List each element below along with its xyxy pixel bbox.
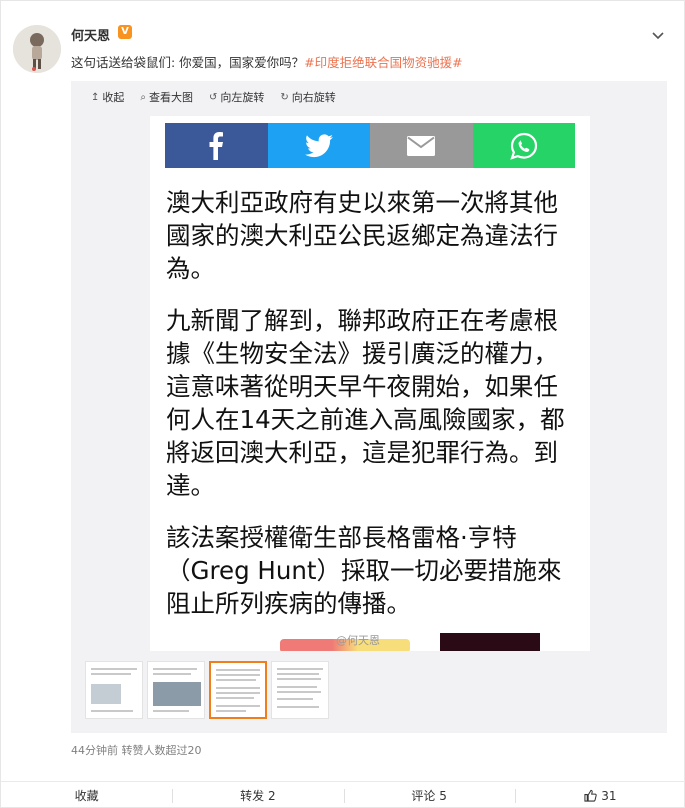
email-icon xyxy=(407,135,436,156)
media-toolbar: ↥ 收起 ⌕ 查看大图 ↺ 向左旋转 ↻ 向右旋转 xyxy=(91,89,336,105)
media-viewer: ↥ 收起 ⌕ 查看大图 ↺ 向左旋转 ↻ 向右旋转 澳大利亞政府有史以來第一次將… xyxy=(71,81,667,733)
rotate-left-label: 向左旋转 xyxy=(220,91,265,104)
post-text: 这句话送给袋鼠们: 你爱国，国家爱你吗？#印度拒绝联合国物资驰援# xyxy=(71,52,463,71)
twitter-icon xyxy=(304,133,333,157)
repost-label: 转发 2 xyxy=(240,789,276,803)
rotate-right-button[interactable]: ↻ 向右旋转 xyxy=(280,89,335,105)
article-paragraph-1: 澳大利亞政府有史以來第一次將其他國家的澳大利亞公民返鄉定為違法行為。 xyxy=(166,188,558,283)
rotate-left-icon: ↺ xyxy=(209,91,218,103)
article-paragraph-2: 九新聞了解到，聯邦政府正在考慮根據《生物安全法》援引廣泛的權力，這意味著從明天早… xyxy=(166,306,565,500)
partial-dark-banner xyxy=(440,633,540,651)
comment-button[interactable]: 评论 5 xyxy=(343,782,515,808)
hashtag-india[interactable]: #印度 xyxy=(304,55,339,70)
facebook-share xyxy=(165,123,268,168)
collapse-button[interactable]: ↥ 收起 xyxy=(91,89,124,105)
twitter-share xyxy=(267,123,370,168)
collapse-label: 收起 xyxy=(102,91,125,104)
thumbnail-4[interactable] xyxy=(271,661,329,719)
post-text-body: 这句话送给袋鼠们: 你爱国，国家爱你吗？ xyxy=(71,55,305,70)
rotate-left-button[interactable]: ↺ 向左旋转 xyxy=(209,89,264,105)
view-large-button[interactable]: ⌕ 查看大图 xyxy=(140,89,193,105)
watermark: @何天恩 xyxy=(336,634,380,647)
chevron-down-icon[interactable] xyxy=(650,27,666,43)
favorite-label: 收藏 xyxy=(74,789,99,803)
image-bottom-strip: @何天恩 xyxy=(150,603,590,651)
like-button[interactable]: 31 xyxy=(514,782,685,808)
thumbnail-strip xyxy=(85,661,329,719)
hashtag-refuse-aid[interactable]: 拒绝联合国物资驰援# xyxy=(340,55,463,70)
favorite-button[interactable]: 收藏 xyxy=(1,782,172,808)
thumbnail-2[interactable] xyxy=(147,661,205,719)
post-meta: 44分钟前 转赞人数超过20 xyxy=(71,744,202,757)
verified-badge-icon: V xyxy=(118,25,132,39)
avatar-figure-icon xyxy=(13,25,61,73)
article-text: 澳大利亞政府有史以來第一次將其他國家的澳大利亞公民返鄉定為違法行為。 九新聞了解… xyxy=(166,186,576,639)
whatsapp-share xyxy=(472,123,575,168)
email-share xyxy=(370,123,473,168)
facebook-icon xyxy=(209,131,224,160)
action-bar: 收藏 转发 2 评论 5 31 xyxy=(1,781,685,808)
collapse-arrow-icon: ↥ xyxy=(91,91,100,103)
thumbnail-3-selected[interactable] xyxy=(209,661,267,719)
main-image[interactable]: 澳大利亞政府有史以來第一次將其他國家的澳大利亞公民返鄉定為違法行為。 九新聞了解… xyxy=(150,116,590,651)
rotate-right-icon: ↻ xyxy=(280,91,289,103)
thumbnail-1[interactable] xyxy=(85,661,143,719)
share-buttons-row xyxy=(165,123,575,168)
username[interactable]: 何天恩 xyxy=(71,25,110,44)
like-count: 31 xyxy=(601,788,617,803)
view-large-label: 查看大图 xyxy=(149,91,193,104)
thumbs-up-icon xyxy=(584,789,597,802)
repost-button[interactable]: 转发 2 xyxy=(172,782,343,808)
whatsapp-icon xyxy=(510,132,537,160)
rotate-right-label: 向右旋转 xyxy=(291,91,336,104)
weibo-post-card: 何天恩 V 这句话送给袋鼠们: 你爱国，国家爱你吗？#印度拒绝联合国物资驰援# … xyxy=(0,0,685,808)
magnifier-icon: ⌕ xyxy=(140,91,146,103)
user-avatar[interactable] xyxy=(13,25,61,73)
comment-label: 评论 5 xyxy=(411,789,447,803)
